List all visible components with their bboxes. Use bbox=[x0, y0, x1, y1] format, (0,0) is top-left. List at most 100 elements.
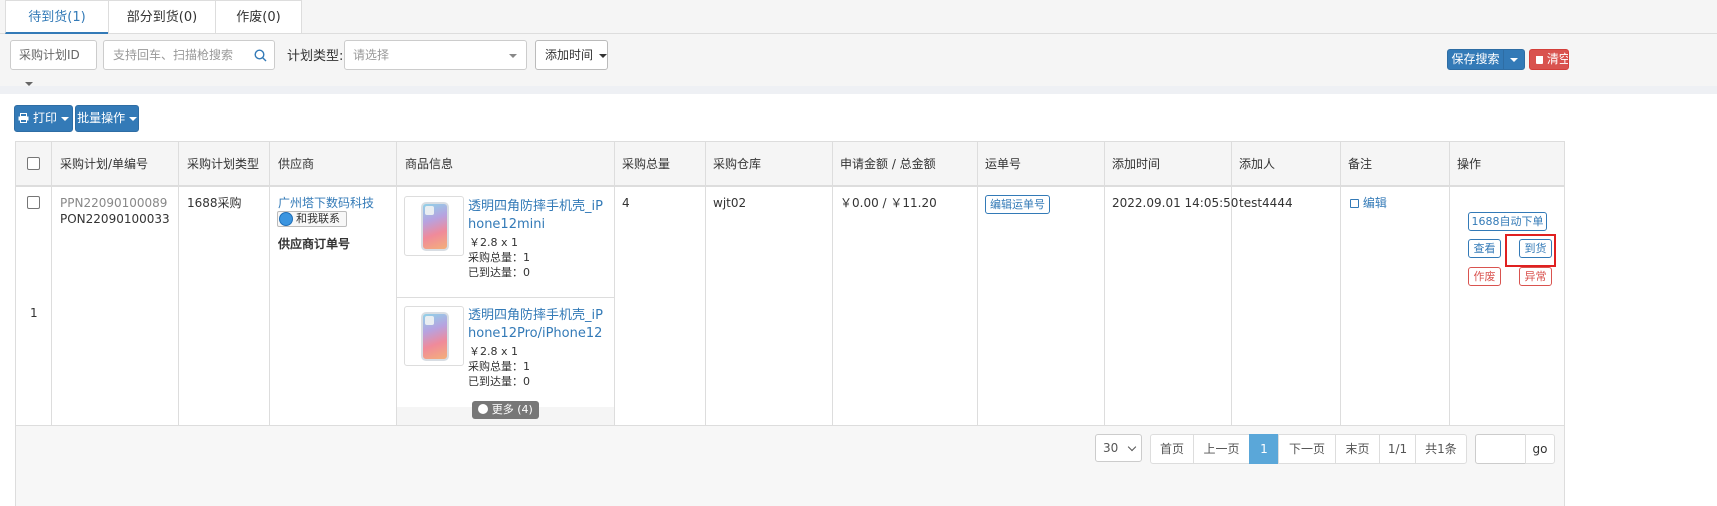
printer-icon bbox=[18, 113, 29, 123]
product-title-line2[interactable]: hone12mini bbox=[468, 215, 545, 235]
chevron-down-icon bbox=[25, 81, 33, 86]
total-count: 共1条 bbox=[1415, 434, 1467, 464]
add-time-select[interactable]: 添加时间 bbox=[535, 40, 608, 70]
add-time-label: 添加时间 bbox=[545, 48, 594, 62]
added-by: test4444 bbox=[1239, 196, 1293, 210]
contact-me-button[interactable]: 和我联系 bbox=[277, 211, 347, 227]
phone-case-image bbox=[421, 312, 449, 361]
divider bbox=[396, 141, 397, 426]
clear-button-label: 清空 bbox=[1546, 52, 1569, 66]
header-plan-type: 采购计划类型 bbox=[187, 157, 260, 171]
header-actions: 操作 bbox=[1457, 157, 1482, 171]
chevron-down-icon bbox=[1127, 442, 1137, 452]
print-button[interactable]: 打印 bbox=[14, 105, 73, 132]
row-checkbox[interactable] bbox=[27, 196, 40, 209]
chat-icon bbox=[279, 212, 293, 226]
page-indicator: 1/1 bbox=[1379, 434, 1416, 464]
warehouse: wjt02 bbox=[713, 196, 747, 210]
current-page-button[interactable]: 1 bbox=[1249, 434, 1279, 464]
batch-operations-label: 批量操作 bbox=[77, 111, 126, 125]
plan-id-select[interactable]: 采购计划ID bbox=[10, 40, 97, 86]
save-search-dropdown-button[interactable] bbox=[1503, 49, 1525, 70]
exception-button[interactable]: 异常 bbox=[1519, 267, 1552, 286]
save-search-button[interactable]: 保存搜索 bbox=[1447, 49, 1504, 70]
more-products-button[interactable]: 更多 (4) bbox=[472, 401, 539, 419]
header-added-by: 添加人 bbox=[1239, 157, 1276, 171]
prev-page-button[interactable]: 上一页 bbox=[1193, 434, 1250, 464]
plan-id-select-label: 采购计划ID bbox=[19, 48, 80, 62]
plan-number: PPN22090100089 bbox=[60, 196, 168, 210]
plan-type-placeholder: 请选择 bbox=[353, 48, 390, 62]
last-page-button[interactable]: 末页 bbox=[1335, 434, 1380, 464]
void-button[interactable]: 作废 bbox=[1468, 267, 1501, 286]
product-title-line2[interactable]: hone12Pro/iPhone12 bbox=[468, 324, 602, 344]
page-size-select[interactable]: 30 bbox=[1095, 434, 1142, 462]
supplier-link[interactable]: 广州塔下数码科技 bbox=[278, 195, 374, 212]
remark-edit-link[interactable]: 编辑 bbox=[1350, 195, 1387, 212]
page-size-value: 30 bbox=[1103, 441, 1119, 455]
header-product-info: 商品信息 bbox=[405, 157, 454, 171]
header-added-time: 添加时间 bbox=[1112, 157, 1161, 171]
divider bbox=[178, 141, 179, 426]
print-label: 打印 bbox=[32, 111, 57, 125]
trash-icon bbox=[1536, 56, 1543, 64]
edit-waybill-button[interactable]: 编辑运单号 bbox=[985, 195, 1050, 214]
divider bbox=[832, 141, 833, 426]
header-total-quantity: 采购总量 bbox=[622, 157, 671, 171]
tab-voided[interactable]: 作废(0) bbox=[215, 0, 302, 34]
auto-order-1688-button[interactable]: 1688自动下单 bbox=[1468, 212, 1547, 231]
order-number: PON22090100033 bbox=[60, 212, 170, 226]
remark-edit-label: 编辑 bbox=[1362, 196, 1387, 210]
product-arrived-quantity: 已到达量：0 bbox=[468, 375, 530, 388]
search-input[interactable]: 支持回车、扫描枪搜索 bbox=[103, 40, 275, 70]
divider bbox=[977, 141, 978, 426]
divider bbox=[1564, 141, 1565, 426]
divider bbox=[397, 297, 614, 298]
header-plan-number: 采购计划/单编号 bbox=[60, 157, 149, 171]
tab-pending-arrival[interactable]: 待到货(1) bbox=[5, 0, 109, 34]
batch-operations-button[interactable]: 批量操作 bbox=[75, 105, 139, 132]
search-placeholder: 支持回车、扫描枪搜索 bbox=[113, 48, 234, 62]
highlight-box bbox=[1505, 234, 1556, 267]
supplier-order-number-label: 供应商订单号 bbox=[278, 237, 351, 251]
view-button[interactable]: 查看 bbox=[1468, 239, 1501, 258]
plan-type: 1688采购 bbox=[187, 196, 242, 210]
product-image bbox=[404, 196, 464, 256]
divider bbox=[1231, 141, 1232, 426]
header-supplier: 供应商 bbox=[278, 157, 315, 171]
tab-bar: 待到货(1) 部分到货(0) 作废(0) bbox=[0, 0, 1717, 34]
product-arrived-quantity: 已到达量：0 bbox=[468, 266, 530, 279]
divider bbox=[269, 141, 270, 426]
product-image bbox=[404, 306, 464, 366]
divider bbox=[1104, 141, 1105, 426]
select-all-checkbox[interactable] bbox=[27, 157, 40, 170]
go-button[interactable]: go bbox=[1525, 434, 1555, 464]
search-icon[interactable] bbox=[254, 49, 267, 62]
header-amount: 申请金额 / 总金额 bbox=[840, 157, 936, 171]
tab-partial-arrival[interactable]: 部分到货(0) bbox=[108, 0, 216, 34]
chevron-down-icon bbox=[598, 53, 607, 58]
chevron-down-icon bbox=[128, 116, 137, 121]
divider bbox=[15, 141, 16, 426]
divider bbox=[614, 141, 615, 426]
header-warehouse: 采购仓库 bbox=[713, 157, 762, 171]
divider bbox=[705, 141, 706, 426]
plan-type-select[interactable]: 请选择 bbox=[344, 40, 527, 70]
more-products-label: 更多 (4) bbox=[491, 403, 533, 416]
first-page-button[interactable]: 首页 bbox=[1150, 434, 1194, 464]
go-page-input[interactable] bbox=[1475, 434, 1526, 464]
product-title-line1[interactable]: 透明四角防摔手机壳_iP bbox=[468, 197, 603, 217]
divider bbox=[1340, 141, 1341, 426]
next-page-button[interactable]: 下一页 bbox=[1278, 434, 1336, 464]
chevron-down-icon bbox=[1510, 57, 1518, 62]
circle-down-icon bbox=[478, 404, 489, 414]
total-quantity: 4 bbox=[622, 196, 630, 210]
chevron-down-icon bbox=[509, 54, 517, 58]
phone-case-image bbox=[421, 202, 449, 251]
header-waybill: 运单号 bbox=[985, 157, 1022, 171]
filter-bar: 采购计划ID 支持回车、扫描枪搜索 计划类型: 请选择 添加时间 保存搜索 清空 bbox=[0, 34, 1717, 86]
product-title-line1[interactable]: 透明四角防摔手机壳_iP bbox=[468, 306, 603, 326]
clear-button[interactable]: 清空 bbox=[1529, 49, 1569, 70]
chevron-down-icon bbox=[60, 116, 69, 121]
amount: ￥0.00 / ￥11.20 bbox=[840, 196, 937, 210]
